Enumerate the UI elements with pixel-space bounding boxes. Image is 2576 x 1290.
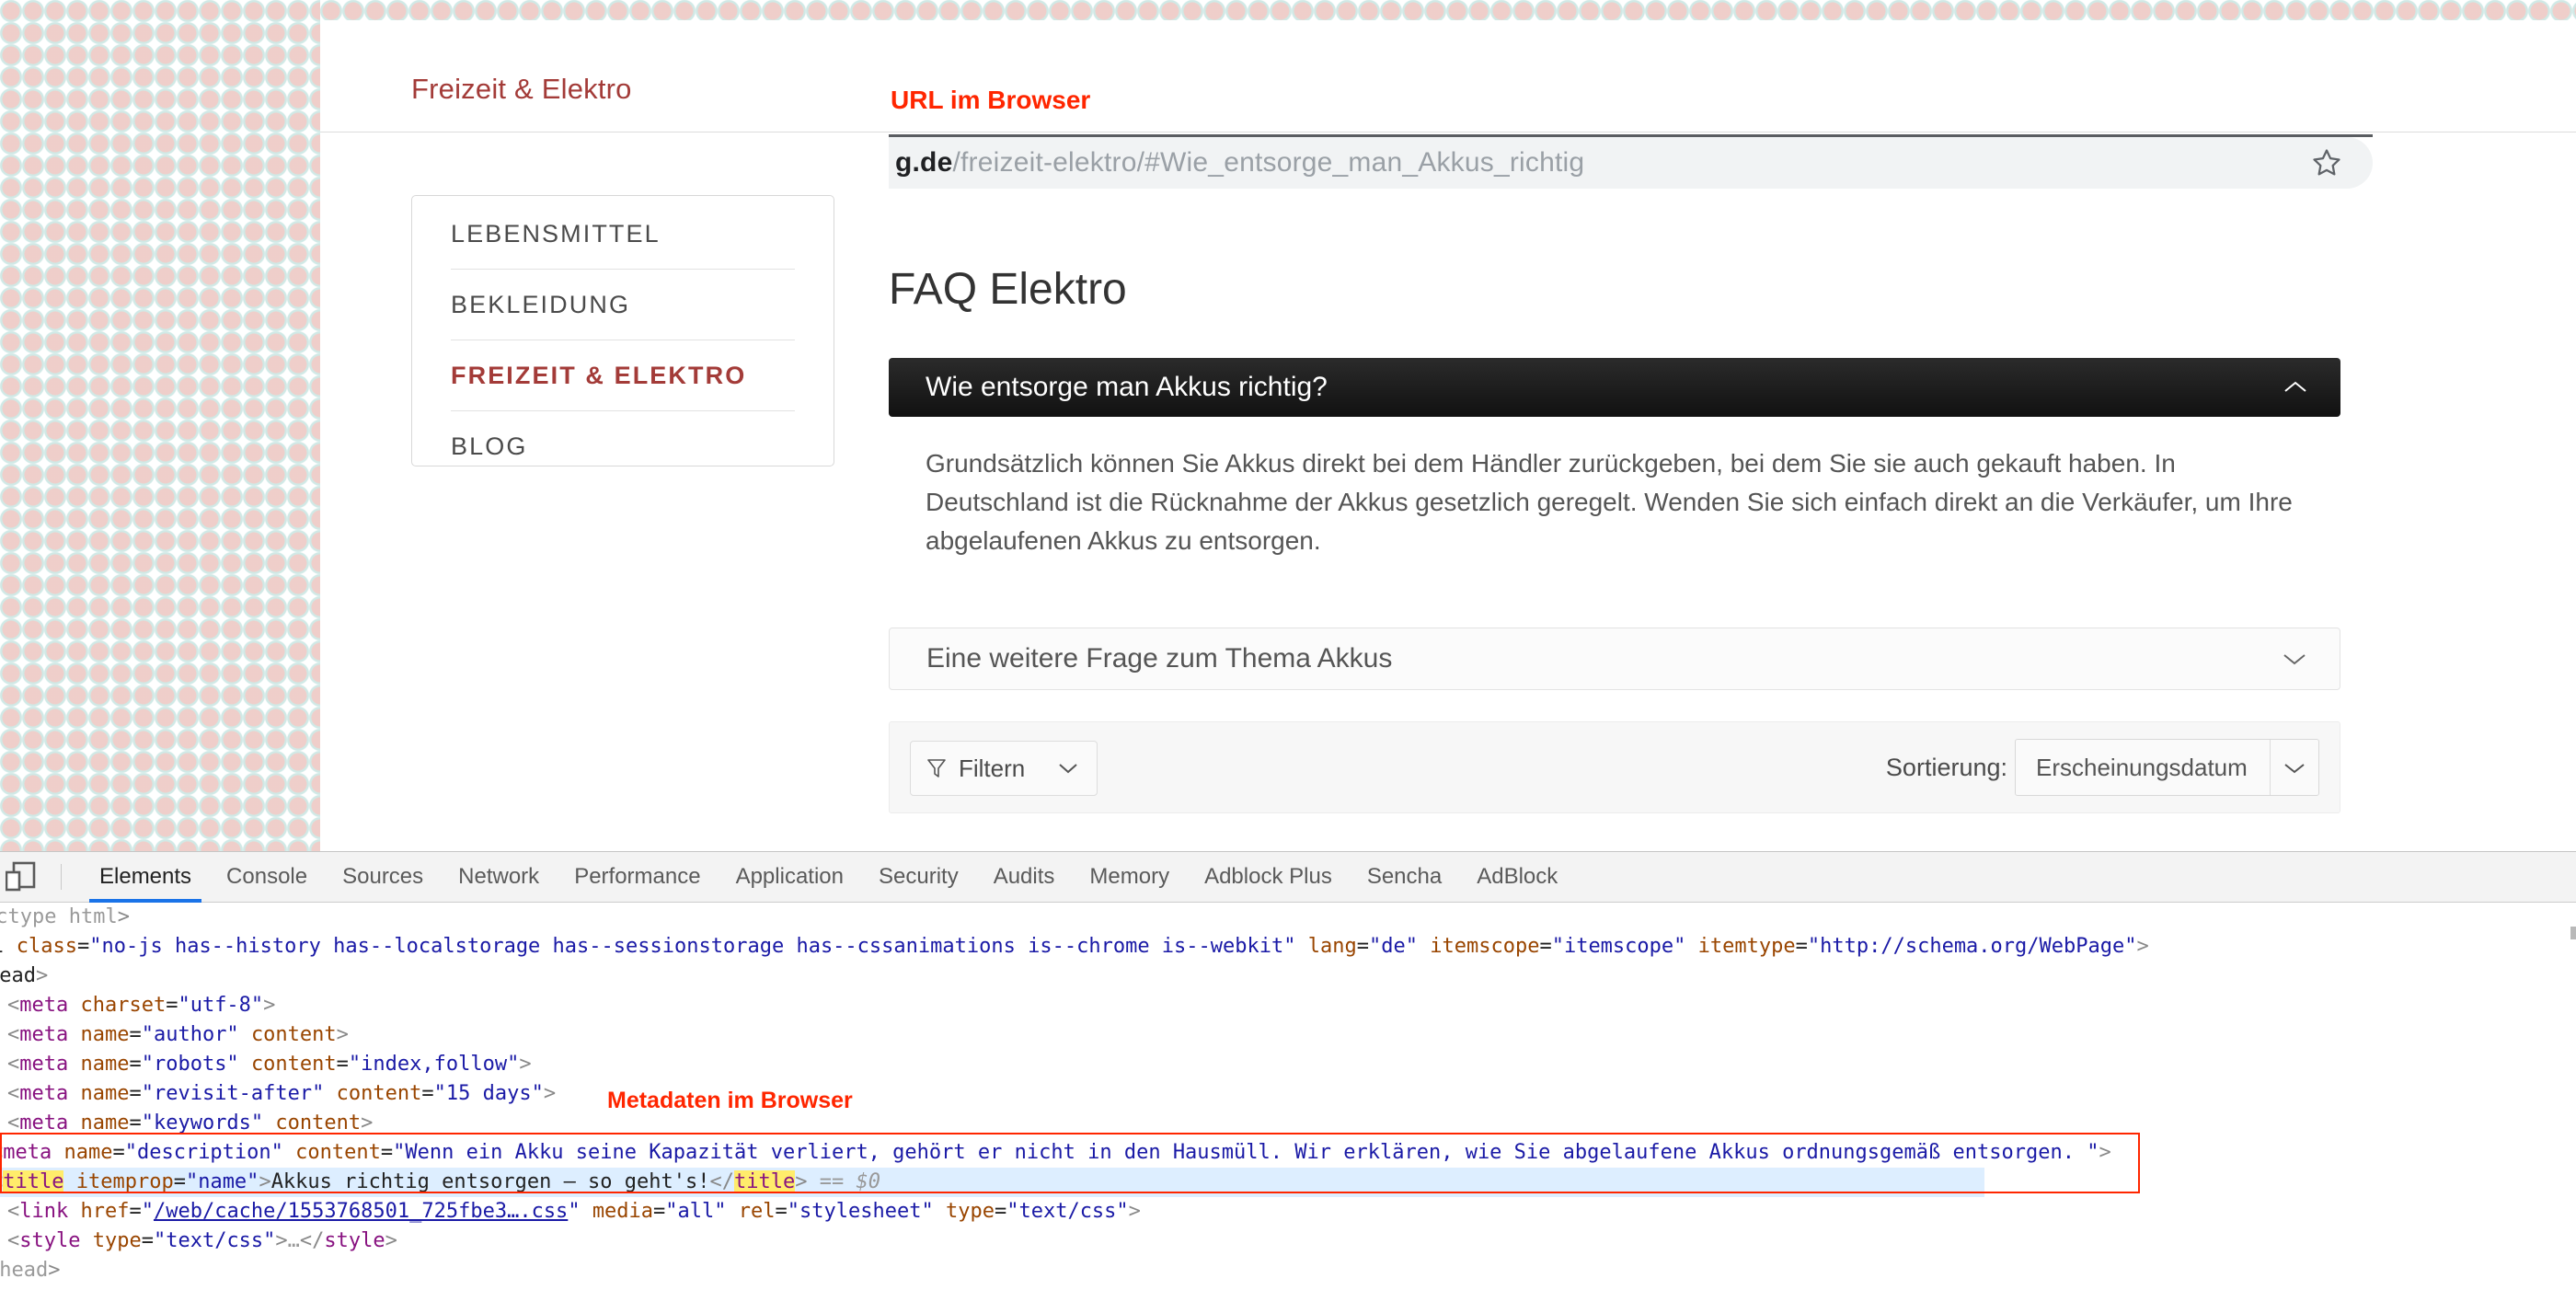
filter-button-label: Filtern — [959, 754, 1026, 782]
sort-label: Sortierung: — [1885, 754, 2007, 781]
dom-source-line[interactable]: <link href="/web/cache/1553768501_725fbe… — [7, 1197, 1141, 1227]
tab-label: Application — [735, 864, 844, 889]
tab-label: Sources — [342, 864, 424, 889]
dom-source-line[interactable]: <meta charset="utf-8"> — [7, 991, 275, 1020]
chevron-down-icon[interactable] — [2283, 651, 2306, 666]
chevron-down-icon — [1059, 764, 1077, 774]
nav-item-freizeit-elektro[interactable]: FREIZEIT & ELEKTRO — [451, 340, 795, 411]
tab-label: Memory — [1089, 864, 1170, 889]
site-brand[interactable]: Freizeit & Elektro — [411, 73, 632, 106]
accordion-item-closed[interactable]: Eine weitere Frage zum Thema Akkus — [889, 628, 2340, 690]
tab-adblock-plus[interactable]: Adblock Plus — [1187, 852, 1350, 903]
tab-performance[interactable]: Performance — [557, 852, 718, 903]
accordion-answer: Grundsätzlich können Sie Akkus direkt be… — [926, 449, 2293, 555]
tab-sencha[interactable]: Sencha — [1350, 852, 1459, 903]
nav-item-blog[interactable]: BLOG — [451, 411, 795, 482]
dom-source-line[interactable]: <meta name="revisit-after" content="15 d… — [7, 1079, 556, 1109]
tab-audits[interactable]: Audits — [976, 852, 1073, 903]
tab-label: Audits — [993, 864, 1055, 889]
omnibox[interactable]: g.de/freizeit-elektro/#Wie_entsorge_man_… — [889, 137, 2373, 189]
tab-security[interactable]: Security — [861, 852, 976, 903]
url-fragment: #Wie_entsorge_man_Akkus_richtig — [1144, 147, 1585, 178]
tab-label: Sencha — [1366, 864, 1443, 889]
tab-label: AdBlock — [1477, 864, 1558, 889]
url-text: g.de/freizeit-elektro/#Wie_entsorge_man_… — [889, 147, 1584, 179]
nav-item-bekleidung[interactable]: BEKLEIDUNG — [451, 270, 795, 340]
accordion-question: Eine weitere Frage zum Thema Akkus — [926, 643, 1393, 674]
tab-memory[interactable]: Memory — [1072, 852, 1187, 903]
filter-sort-bar: Filtern Sortierung: Erscheinungsdatum — [889, 721, 2340, 813]
nav-item-label: LEBENSMITTEL — [451, 219, 661, 248]
star-icon[interactable] — [2311, 147, 2342, 179]
annotation-metadata-label: Metadaten im Browser — [607, 1088, 853, 1113]
devtools-tab-bar: Elements Console Sources Network Perform… — [0, 852, 2576, 903]
nav-item-lebensmittel[interactable]: LEBENSMITTEL — [451, 199, 795, 270]
tab-label: Elements — [99, 864, 192, 889]
dom-source-line[interactable]: <title itemprop="name">Akkus richtig ent… — [0, 1168, 1984, 1197]
browser-url-bar: g.de/freizeit-elektro/#Wie_entsorge_man_… — [889, 134, 2373, 192]
screenshot-root: Freizeit & Elektro LEBENSMITTEL BEKLEIDU… — [0, 0, 2576, 1290]
dom-source-line[interactable]: <style type="text/css">…</style> — [7, 1227, 397, 1256]
tab-label: Network — [458, 864, 540, 889]
dom-source-line[interactable]: octype html> — [0, 903, 130, 932]
page-title: FAQ Elektro — [889, 265, 1127, 314]
nav-item-label: BLOG — [451, 432, 528, 460]
dom-source-line[interactable]: /head> — [0, 1256, 60, 1285]
dom-source-line[interactable]: <meta name="description" content="Wenn e… — [0, 1138, 2111, 1168]
accordion-item-open[interactable]: Wie entsorge man Akkus richtig? — [889, 358, 2340, 417]
dom-source-line[interactable]: ml class="no-js has--history has--locals… — [0, 932, 2149, 962]
sort-selected-value: Erscheinungsdatum — [2036, 753, 2248, 781]
tab-sources[interactable]: Sources — [325, 852, 441, 903]
chevron-down-icon[interactable] — [2283, 762, 2306, 775]
tab-adblock[interactable]: AdBlock — [1459, 852, 1575, 903]
nav-item-label: FREIZEIT & ELEKTRO — [451, 361, 747, 389]
devtools-panel: Elements Console Sources Network Perform… — [0, 851, 2576, 1290]
accordion-question: Wie entsorge man Akkus richtig? — [926, 372, 1328, 402]
toolbar-separator — [61, 864, 62, 890]
sort-select[interactable]: Erscheinungsdatum — [2015, 739, 2319, 796]
filter-button[interactable]: Filtern — [910, 741, 1098, 796]
funnel-icon — [927, 759, 946, 777]
tab-network[interactable]: Network — [441, 852, 557, 903]
nav-item-label: BEKLEIDUNG — [451, 290, 631, 318]
dom-source-line[interactable]: <meta name="robots" content="index,follo… — [7, 1050, 532, 1079]
device-toolbar-icon[interactable] — [6, 861, 42, 893]
dom-source-line[interactable]: <meta name="keywords" content> — [7, 1109, 373, 1138]
annotation-url-label: URL im Browser — [891, 86, 1091, 114]
chevron-up-icon[interactable] — [2283, 380, 2307, 395]
decorative-pattern-top-strip — [320, 0, 2576, 20]
site-header: Freizeit & Elektro — [320, 20, 2576, 132]
url-host: g.de — [895, 147, 953, 178]
tab-application[interactable]: Application — [719, 852, 861, 903]
dom-source-line[interactable]: <meta name="author" content> — [7, 1020, 349, 1050]
tab-label: Performance — [574, 864, 701, 889]
tab-label: Adblock Plus — [1204, 864, 1332, 889]
sort-select-divider — [2270, 740, 2271, 795]
category-nav-card: LEBENSMITTEL BEKLEIDUNG FREIZEIT & ELEKT… — [411, 195, 834, 466]
horizontal-scroll-indicator[interactable] — [2570, 927, 2576, 939]
dom-source-line[interactable]: head> — [0, 962, 48, 991]
tab-label: Console — [226, 864, 308, 889]
url-path: /freizeit-elektro/ — [952, 147, 1145, 178]
tab-label: Security — [879, 864, 959, 889]
dom-tree-source[interactable]: octype html>ml class="no-js has--history… — [0, 903, 2576, 1290]
tab-elements[interactable]: Elements — [82, 852, 209, 903]
decorative-pattern-background — [0, 0, 320, 851]
tab-console[interactable]: Console — [209, 852, 325, 903]
